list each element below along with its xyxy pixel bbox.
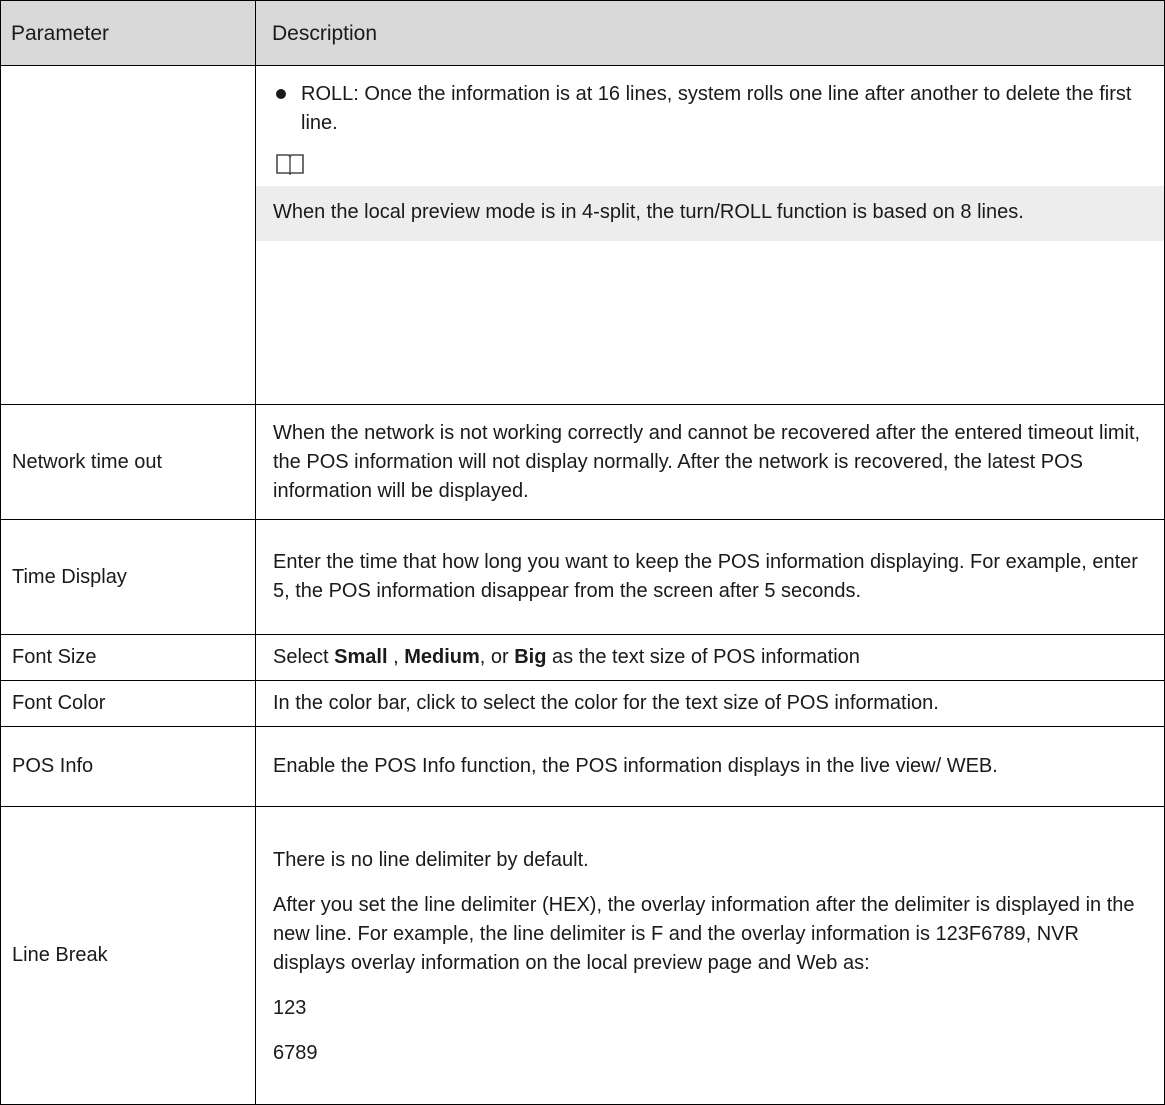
param-cell: POS Info <box>0 726 256 807</box>
option-medium: Medium <box>404 646 480 668</box>
note-box: When the local preview mode is in 4-spli… <box>256 186 1164 241</box>
option-big: Big <box>514 646 547 668</box>
desc-cell: In the color bar, click to select the co… <box>255 680 1165 727</box>
table-row: Font Size Select Small , Medium, or Big … <box>0 634 1165 681</box>
desc-paragraph: After you set the line delimiter (HEX), … <box>273 893 1135 974</box>
table-row: POS Info Enable the POS Info function, t… <box>0 726 1165 807</box>
desc-cell-font-size: Select Small , Medium, or Big as the tex… <box>255 634 1165 681</box>
param-cell: Time Display <box>0 519 256 635</box>
bullet-text: ROLL: Once the information is at 16 line… <box>301 83 1132 134</box>
note-text: When the local preview mode is in 4-spli… <box>273 201 1024 223</box>
table-row: Network time out When the network is not… <box>0 404 1165 520</box>
desc-cell: Enter the time that how long you want to… <box>255 519 1165 635</box>
header-description: Description <box>255 0 1165 66</box>
table-row: Font Color In the color bar, click to se… <box>0 680 1165 727</box>
desc-text: , <box>387 646 405 668</box>
desc-text: as the text size of POS information <box>546 646 860 668</box>
param-cell: Network time out <box>0 404 256 520</box>
param-cell: Font Size <box>0 634 256 681</box>
option-small: Small <box>334 646 388 668</box>
table-row: Time Display Enter the time that how lon… <box>0 519 1165 635</box>
param-cell-empty <box>0 65 256 405</box>
desc-cell: When the network is not working correctl… <box>255 404 1165 520</box>
desc-cell-line-break: There is no line delimiter by default. A… <box>255 806 1165 1105</box>
table-row: ROLL: Once the information is at 16 line… <box>0 65 1165 405</box>
header-parameter: Parameter <box>0 0 256 66</box>
param-cell: Font Color <box>0 680 256 727</box>
param-cell: Line Break <box>0 806 256 1105</box>
desc-paragraph: There is no line delimiter by default. <box>273 848 589 871</box>
table-header-row: Parameter Description <box>0 0 1165 66</box>
bullet-item: ROLL: Once the information is at 16 line… <box>273 80 1156 138</box>
parameter-table: Parameter Description ROLL: Once the inf… <box>0 0 1165 1105</box>
table-row: Line Break There is no line delimiter by… <box>0 806 1165 1105</box>
desc-paragraph: 6789 <box>273 1041 318 1064</box>
desc-cell: Enable the POS Info function, the POS in… <box>255 726 1165 807</box>
desc-cell-roll: ROLL: Once the information is at 16 line… <box>255 65 1165 405</box>
desc-text: Select <box>273 646 335 668</box>
desc-paragraph: 123 <box>273 996 307 1019</box>
desc-text: , or <box>479 646 515 668</box>
book-icon <box>276 154 304 176</box>
bullet-dot <box>276 89 286 99</box>
